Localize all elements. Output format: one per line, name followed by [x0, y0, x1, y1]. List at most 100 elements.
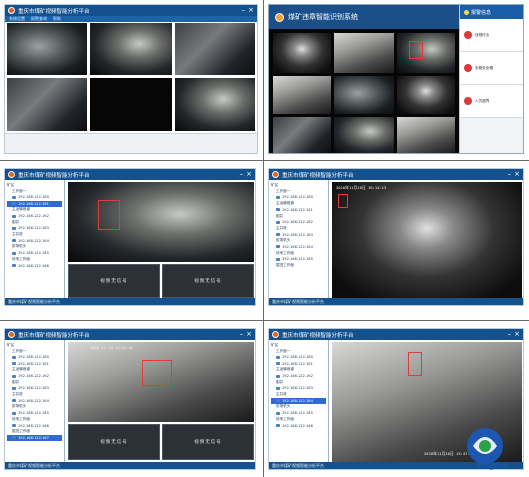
- camera-icon: [276, 411, 280, 415]
- minimize-icon[interactable]: –: [242, 7, 246, 14]
- camera-icon: [276, 245, 280, 249]
- detection-box: [409, 41, 423, 59]
- video-feed[interactable]: [175, 78, 255, 131]
- menu-item[interactable]: 系统设置: [9, 16, 25, 22]
- video-feed[interactable]: [397, 76, 455, 114]
- tree-camera[interactable]: 192.168.122.166: [7, 262, 62, 268]
- camera-icon: [12, 411, 16, 415]
- camera-icon: [12, 374, 16, 378]
- minimize-icon[interactable]: –: [508, 171, 512, 178]
- title-bar: 重庆市煤矿视频智能分析平台 – ×: [5, 5, 257, 16]
- detection-box: [142, 360, 172, 386]
- video-feed[interactable]: [90, 23, 172, 75]
- title-bar: 重庆市煤矿视频智能分析平台 – ×: [5, 329, 255, 340]
- video-feed[interactable]: [397, 117, 455, 153]
- video-feed[interactable]: [273, 117, 331, 153]
- close-icon[interactable]: ×: [246, 171, 252, 178]
- logo-wordmark: Yangtian: [477, 460, 509, 470]
- close-icon[interactable]: ×: [514, 331, 520, 338]
- video-feed[interactable]: [397, 33, 455, 73]
- tree-group[interactable]: 掘进工作面: [271, 262, 326, 268]
- close-icon[interactable]: ×: [248, 7, 254, 14]
- info-strip: [5, 133, 257, 153]
- alert-sidebar: 报警信息 违规作业 未戴安全帽 人员越界: [459, 5, 523, 153]
- bell-icon: [464, 9, 469, 15]
- main-video-feed[interactable]: 2018年11月10日 16:14:13: [332, 182, 522, 298]
- alert-icon: [464, 64, 472, 72]
- title-bar: 重庆市煤矿视频智能分析平台 – ×: [269, 169, 523, 180]
- close-icon[interactable]: ×: [246, 331, 252, 338]
- camera-icon: [12, 214, 16, 218]
- close-icon[interactable]: ×: [514, 171, 520, 178]
- alert-icon: [464, 31, 472, 39]
- minimize-icon[interactable]: –: [508, 331, 512, 338]
- video-feed[interactable]: [334, 117, 394, 153]
- menu-bar: 系统设置 报警查询 帮助: [5, 16, 257, 22]
- app-logo-icon: [8, 171, 15, 178]
- screenshot-panel-5: 重庆市煤矿视频智能分析平台 – × 矿区 工作面一 192.168.122.160…: [4, 328, 256, 470]
- screenshot-panel-3: 重庆市煤矿视频智能分析平台 – × 矿区 工作面一 192.168.122.160…: [4, 168, 256, 306]
- company-logo: Yangtian: [467, 428, 509, 470]
- app-logo-icon: [8, 331, 15, 338]
- video-feed[interactable]: [334, 76, 394, 114]
- camera-icon: [276, 399, 280, 403]
- camera-tree: 矿区 工作面一 192.168.122.160 192.168.122.161 …: [5, 180, 65, 298]
- main-video-feed[interactable]: 2018-11-18 13:52:02: [68, 342, 254, 422]
- video-feed[interactable]: [175, 23, 255, 75]
- vertical-divider: [263, 0, 264, 477]
- video-feed[interactable]: [273, 33, 331, 73]
- no-signal-feed[interactable]: 视频无信号: [68, 264, 160, 298]
- app-logo-icon: [272, 331, 279, 338]
- row-divider: [0, 320, 529, 321]
- video-feed[interactable]: [90, 78, 172, 131]
- alert-header: 报警信息: [460, 5, 523, 19]
- no-signal-feed[interactable]: 视频无信号: [162, 264, 254, 298]
- video-feed[interactable]: [334, 33, 394, 73]
- minimize-icon[interactable]: –: [240, 171, 244, 178]
- video-feed[interactable]: [7, 78, 87, 131]
- no-signal-feed[interactable]: 视频无信号: [162, 424, 254, 460]
- alert-item[interactable]: 未戴安全帽: [460, 52, 523, 85]
- camera-icon: [12, 386, 16, 390]
- video-timestamp: 2018年11月10日 16:14:13: [336, 185, 387, 190]
- tree-camera[interactable]: 192.168.122.166: [271, 422, 326, 428]
- camera-icon: [12, 399, 16, 403]
- tree-camera-selected[interactable]: 192.168.122.167: [7, 434, 62, 441]
- screenshot-panel-1: 重庆市煤矿视频智能分析平台 – × 系统设置 报警查询 帮助: [4, 4, 258, 154]
- screenshot-panel-4: 重庆市煤矿视频智能分析平台 – × 矿区 工作面一 192.168.122.160…: [268, 168, 524, 306]
- camera-icon: [276, 220, 280, 224]
- menu-item[interactable]: 报警查询: [31, 16, 47, 22]
- main-video-feed[interactable]: [68, 182, 254, 262]
- system-header: 煤矿违章智能识别系统: [269, 5, 459, 29]
- camera-icon: [276, 355, 280, 359]
- menu-item[interactable]: 帮助: [53, 16, 61, 22]
- video-timestamp: 2018-11-18 13:52:02: [90, 345, 134, 350]
- app-logo-icon: [8, 7, 15, 14]
- camera-tree: 矿区 工作面一 192.168.122.160 主运输巷道 192.168.12…: [269, 180, 329, 298]
- camera-icon: [276, 424, 280, 428]
- status-bar: 重庆市煤矿视频智能分析平台: [269, 298, 523, 305]
- camera-icon: [276, 362, 280, 366]
- camera-icon: [12, 264, 16, 268]
- camera-icon: [12, 226, 16, 230]
- detection-box: [338, 194, 348, 208]
- camera-tree: 矿区 工作面一 192.168.122.160 192.168.122.161 …: [269, 340, 329, 462]
- camera-icon: [276, 233, 280, 237]
- minimize-icon[interactable]: –: [240, 331, 244, 338]
- window-title: 重庆市煤矿视频智能分析平台: [18, 8, 90, 15]
- camera-icon: [276, 195, 280, 199]
- camera-icon: [12, 355, 16, 359]
- camera-icon: [12, 436, 16, 440]
- camera-icon: [12, 195, 16, 199]
- camera-icon: [12, 362, 16, 366]
- alert-item[interactable]: 人员越界: [460, 85, 523, 118]
- status-bar: 重庆市煤矿视频智能分析平台: [5, 298, 255, 305]
- alert-item[interactable]: 违规作业: [460, 19, 523, 52]
- video-feed[interactable]: [273, 76, 331, 114]
- app-logo-icon: [272, 171, 279, 178]
- row-divider: [0, 160, 529, 161]
- title-bar: 重庆市煤矿视频智能分析平台 – ×: [5, 169, 255, 180]
- video-feed[interactable]: [7, 23, 87, 75]
- camera-icon: [276, 208, 280, 212]
- no-signal-feed[interactable]: 视频无信号: [68, 424, 160, 460]
